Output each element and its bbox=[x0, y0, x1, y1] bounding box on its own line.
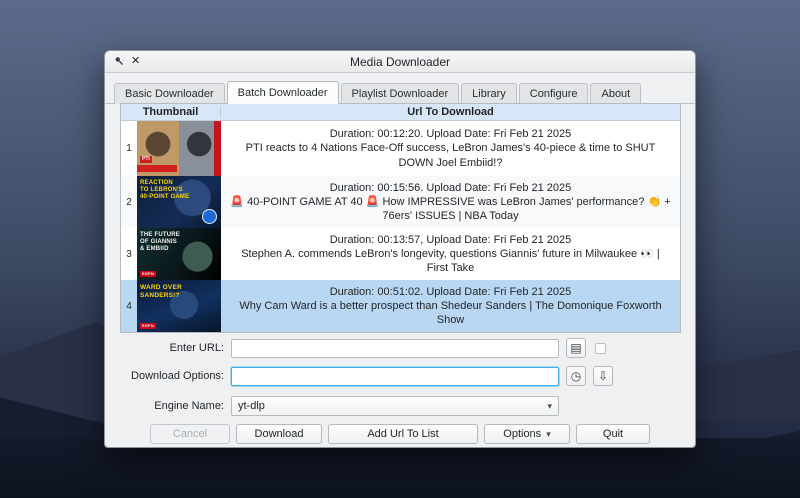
thumbnail: REACTION TO LEBRON'S 40-POINT GAME bbox=[137, 176, 221, 228]
download-options-input[interactable] bbox=[231, 367, 559, 386]
pin-icon[interactable] bbox=[114, 53, 124, 71]
clipboard-monitor-checkbox[interactable] bbox=[595, 343, 606, 354]
row-number: 2 bbox=[121, 176, 137, 228]
thumbnail-pti-image: PTI bbox=[137, 121, 221, 176]
tab-configure[interactable]: Configure bbox=[519, 83, 589, 104]
close-icon[interactable]: ✕ bbox=[131, 56, 140, 67]
video-title: Why Cam Ward is a better prospect than S… bbox=[229, 299, 672, 328]
video-title: PTI reacts to 4 Nations Face-Off success… bbox=[229, 141, 672, 170]
media-downloader-window: Media Downloader ✕ Basic Downloader Batc… bbox=[104, 50, 696, 448]
video-title: Stephen A. commends LeBron's longevity, … bbox=[229, 247, 672, 276]
enter-url-label: Enter URL: bbox=[105, 342, 231, 354]
cancel-button[interactable]: Cancel bbox=[150, 424, 230, 444]
video-title: 🚨 40-POINT GAME AT 40 🚨 How IMPRESSIVE w… bbox=[229, 195, 672, 224]
download-defaults-button[interactable]: ⇩ bbox=[593, 366, 613, 386]
column-header-thumbnail: Thumbnail bbox=[121, 106, 221, 118]
download-list-table: Thumbnail Url To Download 1 PTI Duration… bbox=[120, 103, 681, 333]
thumbnail-lower-third bbox=[137, 165, 177, 172]
tab-about[interactable]: About bbox=[590, 83, 641, 104]
table-row[interactable]: 2 REACTION TO LEBRON'S 40-POINT GAME Dur… bbox=[121, 176, 680, 228]
thumbnail: THE FUTURE OF GIANNIS & EMBIID ESPN bbox=[137, 228, 221, 280]
titlebar[interactable]: Media Downloader ✕ bbox=[105, 51, 695, 73]
tab-batch-downloader[interactable]: Batch Downloader bbox=[227, 81, 339, 104]
clipboard-icon: ▤ bbox=[570, 342, 581, 354]
sixers-logo bbox=[202, 209, 217, 224]
tab-library[interactable]: Library bbox=[461, 83, 517, 104]
table-header: Thumbnail Url To Download bbox=[121, 104, 680, 121]
options-history-button[interactable]: ◷ bbox=[566, 366, 586, 386]
paste-clipboard-button[interactable]: ▤ bbox=[566, 338, 586, 358]
row-text: Duration: 00:15:56. Upload Date: Fri Feb… bbox=[221, 176, 680, 228]
table-row-selected[interactable]: 4 WARD OVER SANDERS!? ESPN Duration: 00:… bbox=[121, 280, 680, 332]
action-button-row: Cancel Download Add Url To List Options … bbox=[150, 424, 650, 444]
options-button[interactable]: Options ▾ bbox=[484, 424, 570, 444]
tab-basic-downloader[interactable]: Basic Downloader bbox=[114, 83, 225, 104]
thumbnail-caption: WARD OVER SANDERS!? bbox=[140, 284, 182, 300]
thumbnail: PTI bbox=[137, 121, 221, 176]
thumbnail-caption: REACTION TO LEBRON'S 40-POINT GAME bbox=[140, 180, 189, 202]
engine-selected-value: yt-dlp bbox=[238, 400, 265, 412]
column-header-url: Url To Download bbox=[221, 106, 680, 118]
download-button[interactable]: Download bbox=[236, 424, 322, 444]
engine-select[interactable]: yt-dlp ▾ bbox=[231, 396, 559, 416]
download-options-row: Download Options: ◷ ⇩ bbox=[105, 366, 695, 386]
row-text: Duration: 00:51:02. Upload Date: Fri Feb… bbox=[221, 280, 680, 332]
row-number: 1 bbox=[121, 121, 137, 176]
quit-button[interactable]: Quit bbox=[576, 424, 650, 444]
row-number: 3 bbox=[121, 228, 137, 280]
thumbnail-ward-sanders-image: WARD OVER SANDERS!? ESPN bbox=[137, 280, 221, 332]
espn-logo: ESPN bbox=[140, 271, 156, 277]
thumbnail-first-take-image: THE FUTURE OF GIANNIS & EMBIID ESPN bbox=[137, 228, 221, 280]
tab-bar: Basic Downloader Batch Downloader Playli… bbox=[105, 73, 695, 104]
chevron-down-icon: ▾ bbox=[546, 429, 551, 440]
options-button-label: Options bbox=[503, 428, 541, 440]
espn-logo: ESPN bbox=[140, 323, 156, 329]
window-title: Media Downloader bbox=[105, 55, 695, 69]
thumbnail-caption: THE FUTURE OF GIANNIS & EMBIID bbox=[140, 232, 180, 254]
row-text: Duration: 00:12:20. Upload Date: Fri Feb… bbox=[221, 121, 680, 176]
enter-url-input[interactable] bbox=[231, 339, 559, 358]
download-arrow-icon: ⇩ bbox=[598, 370, 608, 382]
row-text: Duration: 00:13:57, Upload Date: Fri Feb… bbox=[221, 228, 680, 280]
tab-playlist-downloader[interactable]: Playlist Downloader bbox=[341, 83, 460, 104]
history-clock-icon: ◷ bbox=[571, 370, 581, 382]
engine-name-row: Engine Name: yt-dlp ▾ bbox=[105, 396, 695, 416]
table-row[interactable]: 1 PTI Duration: 00:12:20. Upload Date: F… bbox=[121, 121, 680, 176]
thumbnail-red-strip bbox=[214, 121, 221, 176]
row-number: 4 bbox=[121, 280, 137, 332]
duration-text: Duration: 00:51:02. Upload Date: Fri Feb… bbox=[330, 285, 572, 299]
engine-name-label: Engine Name: bbox=[105, 400, 231, 412]
duration-text: Duration: 00:15:56. Upload Date: Fri Feb… bbox=[330, 181, 572, 195]
download-options-label: Download Options: bbox=[105, 370, 231, 382]
thumbnail: WARD OVER SANDERS!? ESPN bbox=[137, 280, 221, 332]
duration-text: Duration: 00:12:20. Upload Date: Fri Feb… bbox=[330, 127, 572, 141]
chevron-down-icon: ▾ bbox=[547, 401, 552, 412]
enter-url-row: Enter URL: ▤ bbox=[105, 338, 695, 358]
table-row[interactable]: 3 THE FUTURE OF GIANNIS & EMBIID ESPN Du… bbox=[121, 228, 680, 280]
thumbnail-nba-today-image: REACTION TO LEBRON'S 40-POINT GAME bbox=[137, 176, 221, 228]
duration-text: Duration: 00:13:57, Upload Date: Fri Feb… bbox=[330, 233, 572, 247]
pti-badge: PTI bbox=[140, 156, 152, 163]
add-url-to-list-button[interactable]: Add Url To List bbox=[328, 424, 478, 444]
